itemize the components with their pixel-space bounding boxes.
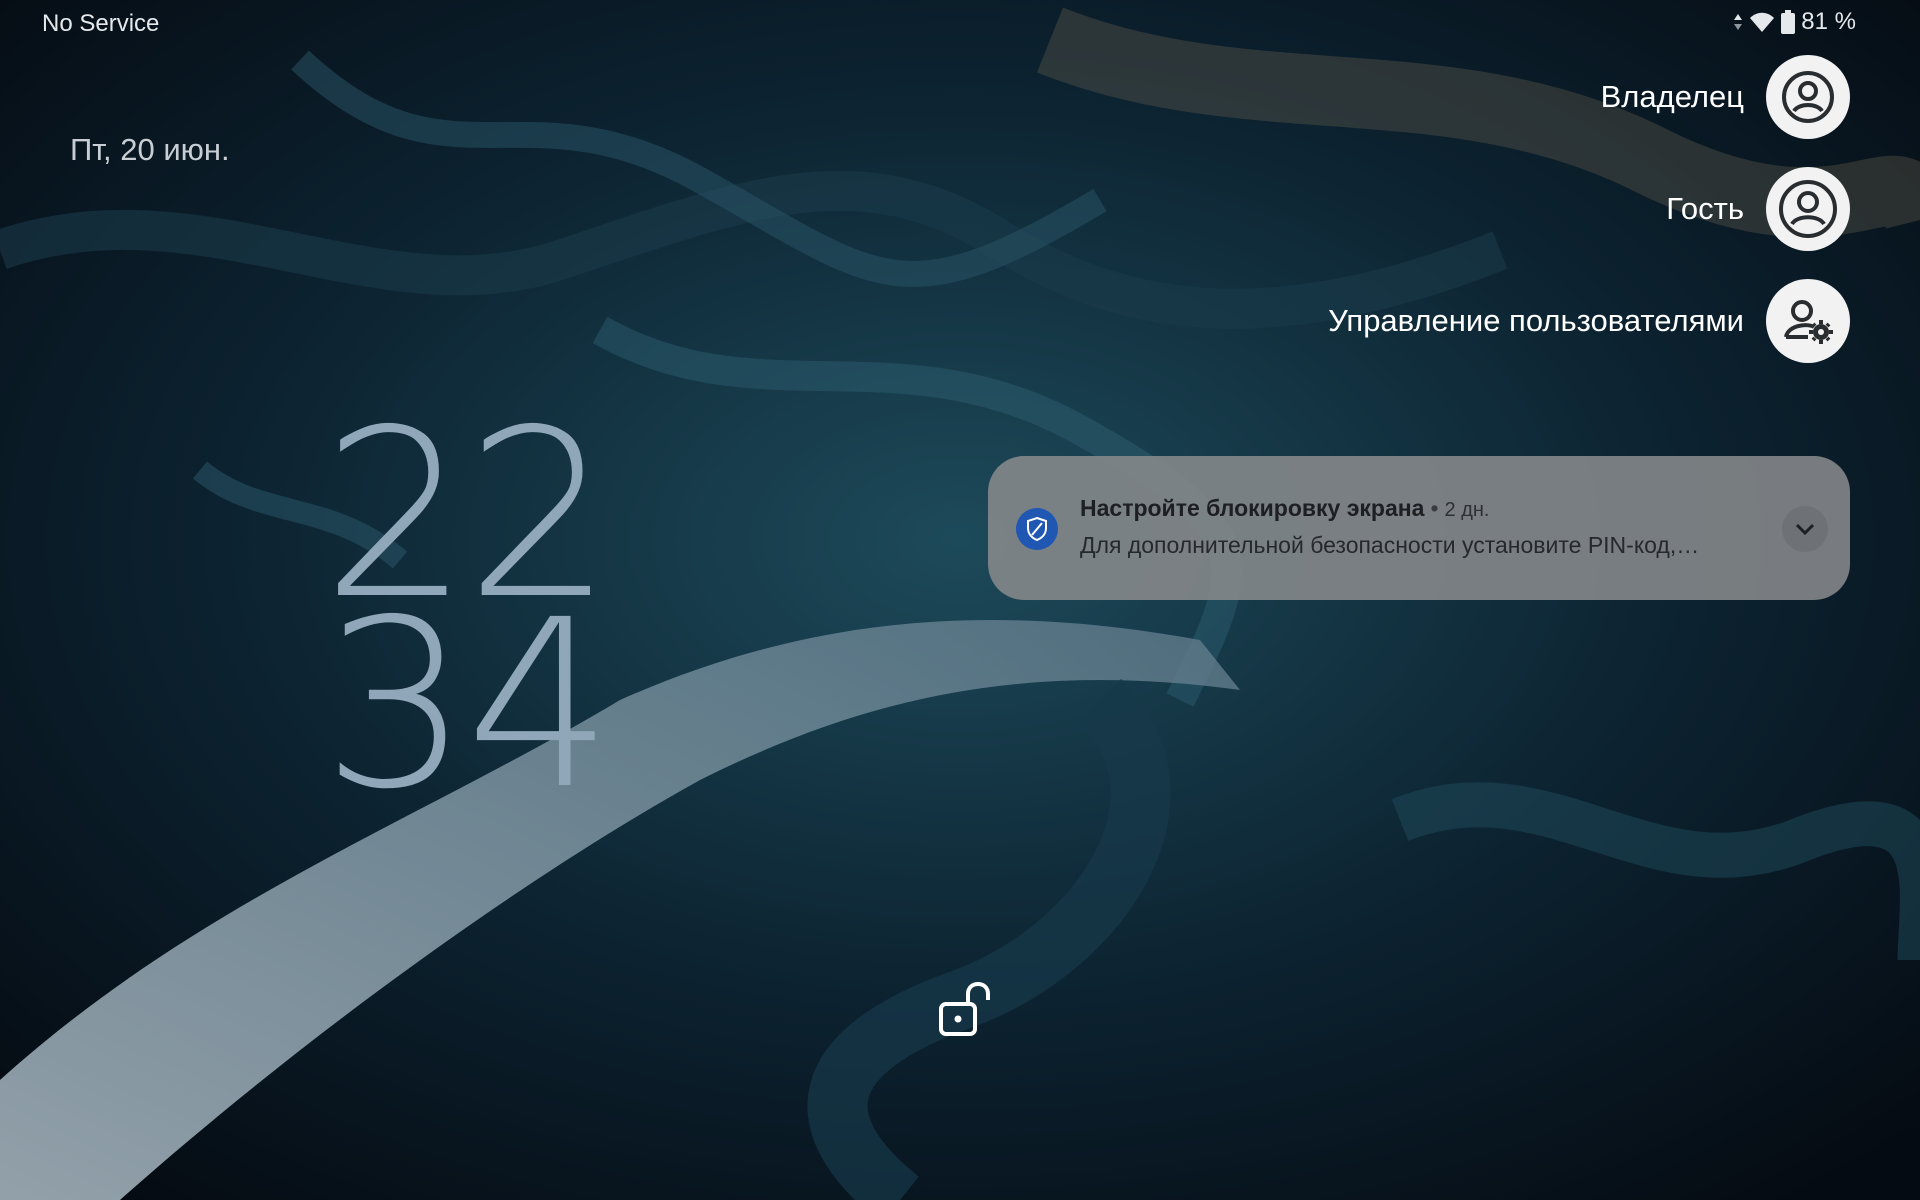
manage-users[interactable]: Управление пользователями bbox=[1328, 279, 1850, 363]
notification-card[interactable]: Настройте блокировку экрана • 2 дн. Для до… bbox=[988, 456, 1850, 600]
unlock-icon[interactable] bbox=[935, 980, 995, 1040]
shield-icon bbox=[1016, 508, 1058, 550]
clock-minutes: 34 bbox=[322, 570, 613, 840]
user-owner-label: Владелец bbox=[1600, 79, 1744, 114]
manage-users-label: Управление пользователями bbox=[1328, 303, 1744, 338]
user-owner[interactable]: Владелец bbox=[1328, 55, 1850, 139]
notification-title: Настройте блокировку экрана bbox=[1080, 495, 1425, 521]
guest-avatar-icon bbox=[1766, 167, 1850, 251]
user-switcher: Владелец Гость Управление пользователями bbox=[1328, 55, 1850, 363]
lockscreen-date: Пт, 20 июн. bbox=[70, 132, 230, 167]
data-arrows-icon bbox=[1733, 12, 1743, 32]
battery-icon bbox=[1781, 10, 1796, 34]
lockscreen-clock: 22 34 bbox=[322, 399, 613, 840]
battery-percent: 81 % bbox=[1801, 8, 1856, 35]
notification-body: Для дополнительной безопасности установи… bbox=[1080, 532, 1700, 558]
status-indicators: 81 % bbox=[1733, 8, 1856, 36]
owner-avatar-icon bbox=[1766, 55, 1850, 139]
manage-users-icon bbox=[1766, 279, 1850, 363]
user-guest[interactable]: Гость bbox=[1328, 167, 1850, 251]
carrier-label: No Service bbox=[42, 10, 160, 37]
user-guest-label: Гость bbox=[1666, 191, 1744, 226]
notification-time: 2 дн. bbox=[1444, 499, 1490, 521]
separator-dot: • bbox=[1430, 495, 1439, 521]
chevron-down-icon[interactable] bbox=[1782, 506, 1828, 552]
wifi-icon bbox=[1749, 11, 1775, 33]
notification-title-row: Настройте блокировку экрана • 2 дн. bbox=[1080, 495, 1489, 522]
